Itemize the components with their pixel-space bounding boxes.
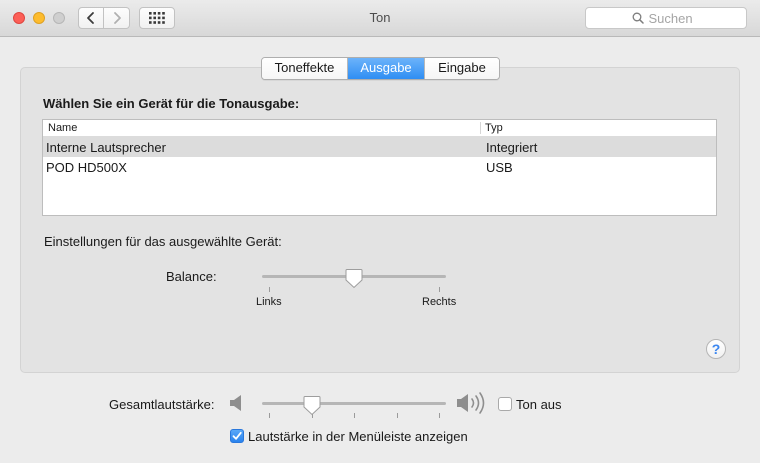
show-volume-in-menubar-label[interactable]: Lautstärke in der Menüleiste anzeigen <box>248 429 468 444</box>
search-field[interactable] <box>585 7 747 29</box>
tab-eingabe[interactable]: Eingabe <box>425 58 499 79</box>
column-divider <box>480 122 481 134</box>
balance-right-label: Rechts <box>422 296 457 308</box>
volume-tick <box>397 413 398 418</box>
speaker-high-icon <box>457 392 485 414</box>
output-device-table[interactable]: Name Typ Interne Lautsprecher Integriert… <box>42 119 717 216</box>
checkmark-icon <box>232 431 242 440</box>
title-bar: Ton <box>0 0 760 37</box>
volume-slider-track[interactable] <box>262 402 446 405</box>
balance-tick-left <box>269 287 270 292</box>
balance-left-label: Links <box>256 296 282 308</box>
balance-label: Balance: <box>166 269 217 284</box>
volume-tick <box>269 413 270 418</box>
speaker-low-icon <box>230 395 241 411</box>
balance-tick-right <box>439 287 440 292</box>
volume-slider-thumb[interactable] <box>303 395 321 416</box>
mute-checkbox[interactable] <box>498 397 512 411</box>
device-type: USB <box>486 160 513 175</box>
volume-tick <box>354 413 355 418</box>
output-device-heading: Wählen Sie ein Gerät für die Tonausgabe: <box>43 96 300 111</box>
table-row[interactable]: POD HD500X USB <box>43 157 716 177</box>
output-volume-label: Gesamtlautstärke: <box>109 397 215 412</box>
tab-toneffekte[interactable]: Toneffekte <box>262 58 348 79</box>
help-button[interactable]: ? <box>706 339 726 359</box>
column-header-name[interactable]: Name <box>48 122 77 134</box>
device-name: Interne Lautsprecher <box>46 140 166 155</box>
column-header-type[interactable]: Typ <box>485 122 503 134</box>
search-icon <box>632 12 644 24</box>
table-row[interactable]: Interne Lautsprecher Integriert <box>43 137 716 157</box>
device-name: POD HD500X <box>46 160 127 175</box>
tab-ausgabe[interactable]: Ausgabe <box>348 58 425 79</box>
mute-label[interactable]: Ton aus <box>516 397 562 412</box>
content-panel <box>20 67 740 373</box>
device-settings-label: Einstellungen für das ausgewählte Gerät: <box>44 234 282 249</box>
balance-slider-thumb[interactable] <box>345 268 363 289</box>
search-input[interactable] <box>648 10 701 26</box>
volume-tick <box>439 413 440 418</box>
table-header: Name Typ <box>43 120 716 137</box>
segmented-tabs: Toneffekte Ausgabe Eingabe <box>261 57 500 80</box>
sound-preferences-window: Ton Toneffekte Ausgabe Eingabe Wählen Si… <box>0 0 760 463</box>
device-type: Integriert <box>486 140 538 155</box>
show-volume-in-menubar-checkbox[interactable] <box>230 429 244 443</box>
